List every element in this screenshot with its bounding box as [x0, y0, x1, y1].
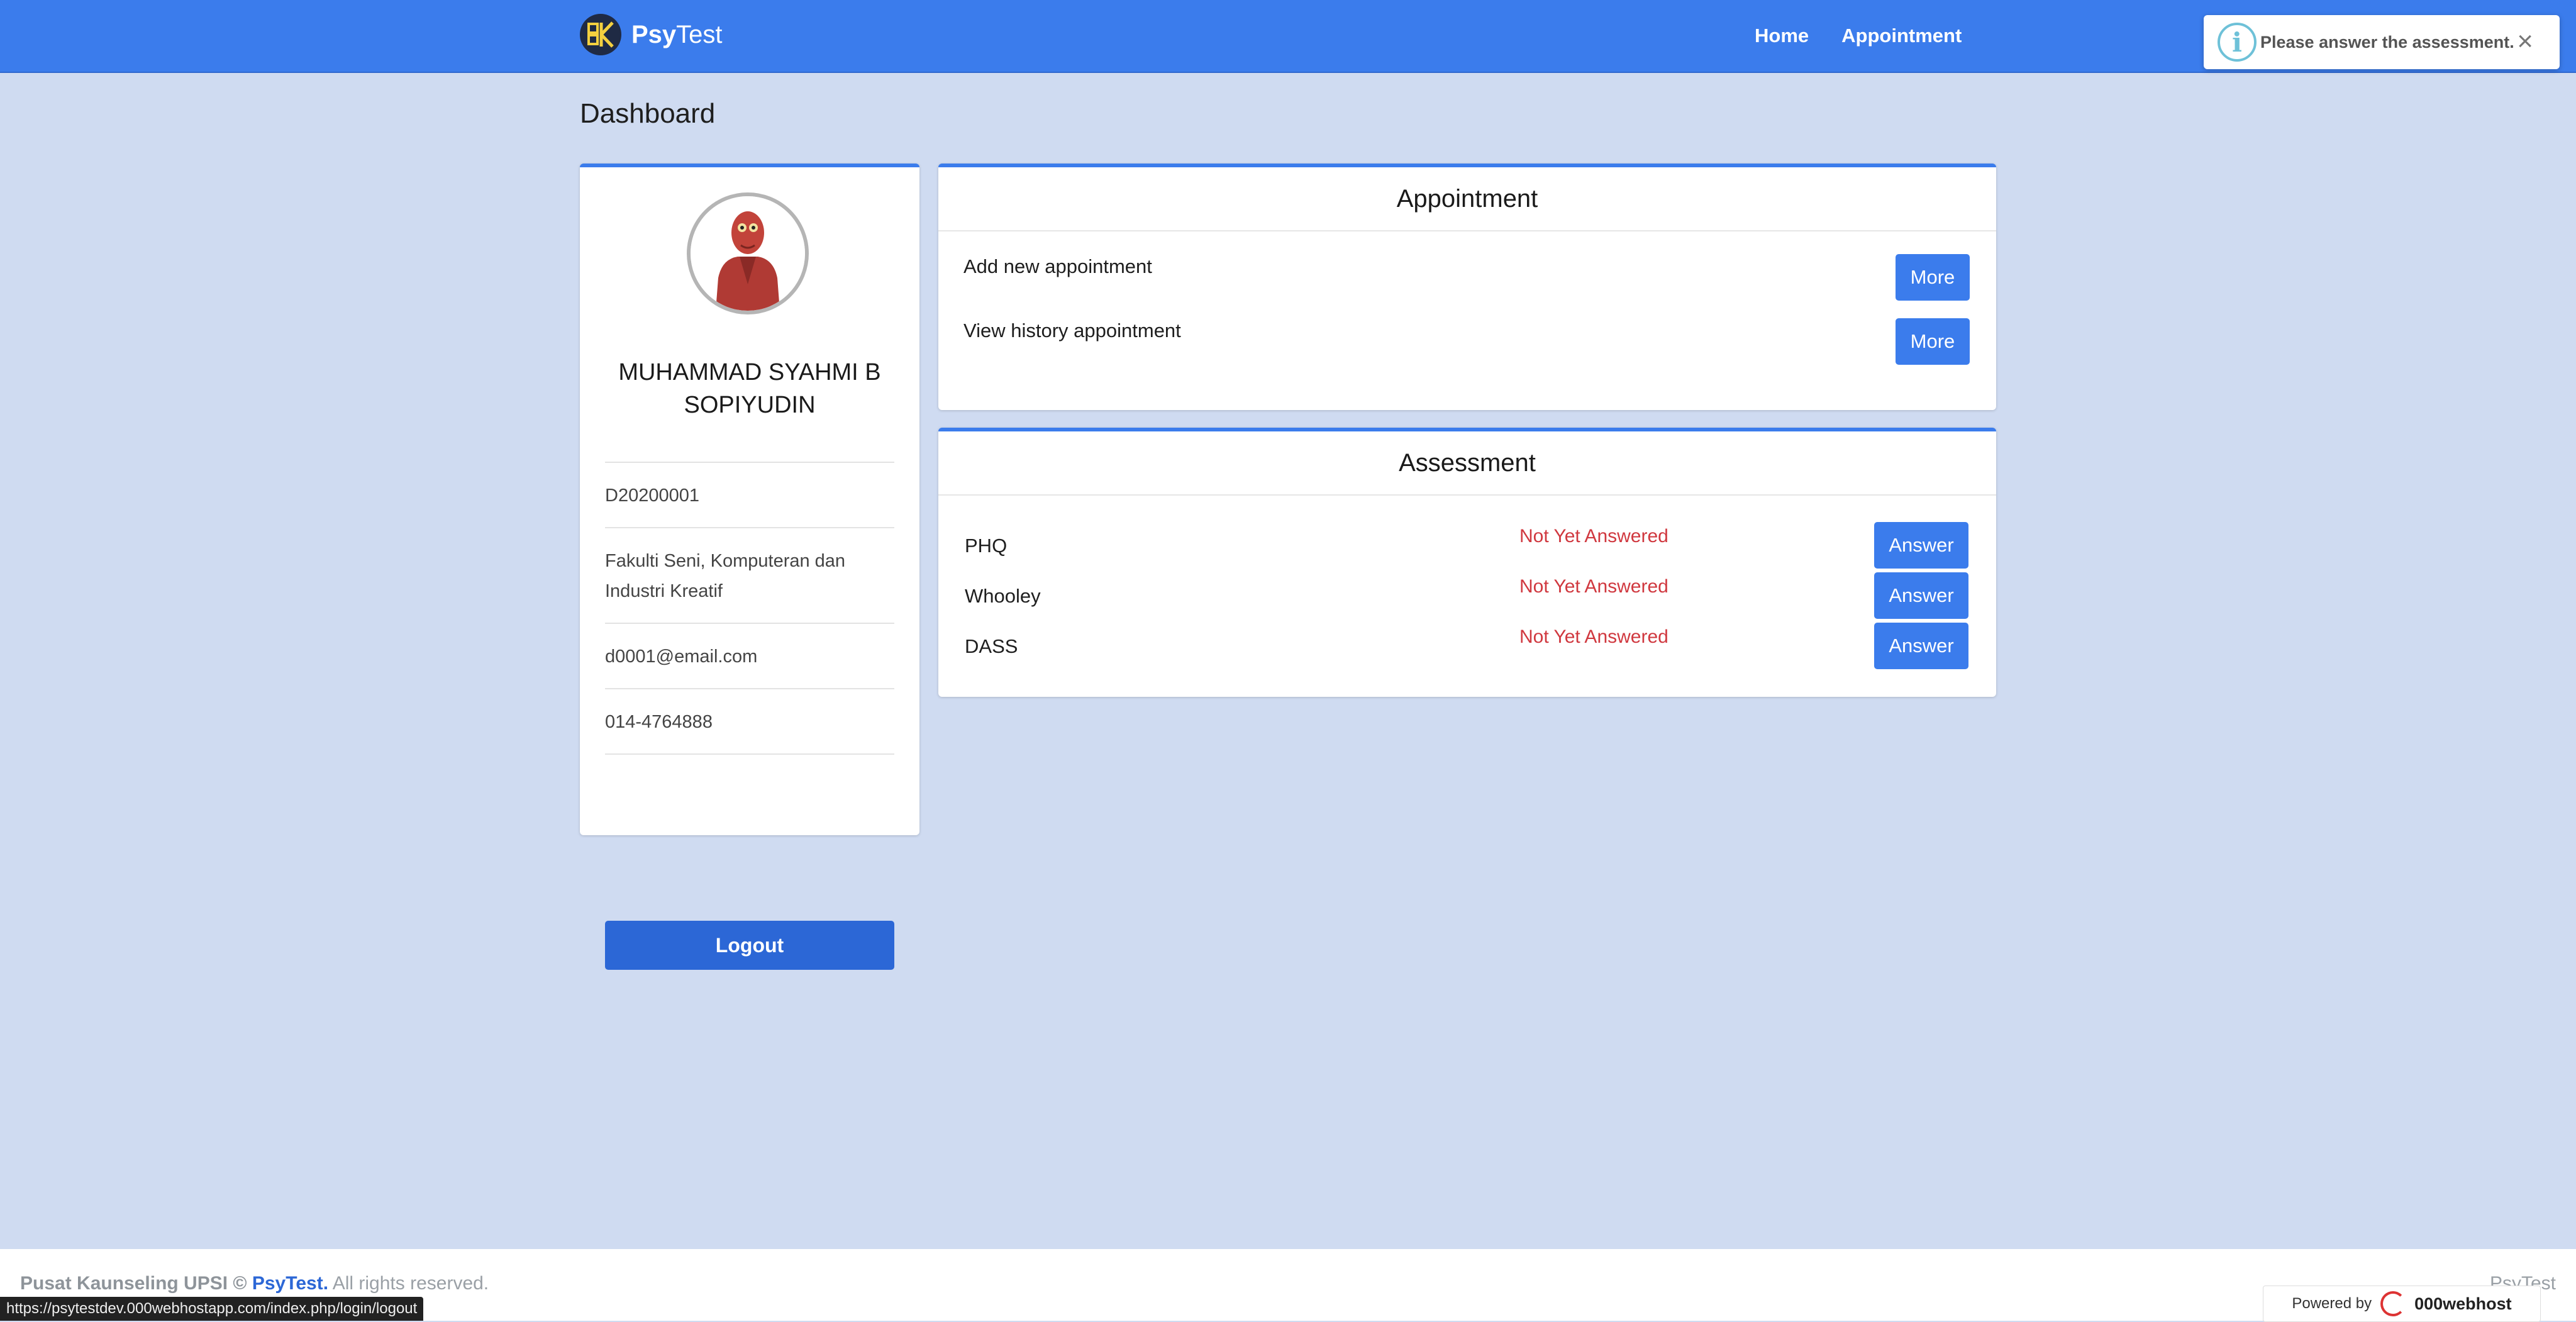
powered-by-label: Powered by [2292, 1295, 2372, 1312]
view-history-appointment-label: View history appointment [963, 319, 1181, 342]
page-title: Dashboard [580, 98, 716, 129]
footer-org: Pusat Kaunseling UPSI © [20, 1273, 247, 1294]
assessment-phq-answer-button[interactable]: Answer [1874, 522, 1968, 569]
navbar: PsyTest Home Appointment [0, 0, 2576, 73]
add-appointment-more-button[interactable]: More [1896, 254, 1970, 301]
close-icon[interactable]: × [2517, 28, 2533, 55]
browser-status-url: https://psytestdev.000webhostapp.com/ind… [0, 1297, 424, 1321]
assessment-dass-answer-button[interactable]: Answer [1874, 623, 1968, 669]
nav-links: Home Appointment [1755, 0, 1962, 72]
student-id: D20200001 [605, 462, 894, 527]
assessment-card: Assessment PHQ Not Yet Answered Answer W… [938, 428, 1996, 697]
appointment-card-title: Appointment [938, 167, 1996, 231]
assessment-whooley-name: Whooley [965, 585, 1041, 607]
assessment-card-title: Assessment [938, 431, 1996, 496]
view-history-more-button[interactable]: More [1896, 318, 1970, 365]
footer-copyright: Pusat Kaunseling UPSI © PsyTest. All rig… [20, 1273, 489, 1294]
brand[interactable]: PsyTest [580, 13, 723, 57]
profile-name: MUHAMMAD SYAHMI B SOPIYUDIN [618, 359, 881, 418]
psytest-logo-icon [580, 14, 621, 55]
000webhost-logo-icon [2380, 1291, 2406, 1316]
avatar [687, 192, 809, 314]
profile-card: MUHAMMAD SYAHMI B SOPIYUDIN D20200001 Fa… [580, 164, 919, 970]
logout-button[interactable]: Logout [605, 921, 894, 970]
nav-appointment-link[interactable]: Appointment [1841, 25, 1962, 47]
assessment-phq-name: PHQ [965, 535, 1008, 557]
footer-brand-link[interactable]: PsyTest. [252, 1273, 328, 1294]
brand-name: PsyTest [631, 20, 723, 48]
add-appointment-label: Add new appointment [963, 255, 1152, 277]
toast-message: Please answer the assessment. [2260, 32, 2514, 52]
assessment-phq-status: Not Yet Answered [1519, 526, 1668, 547]
nav-home-link[interactable]: Home [1755, 25, 1809, 47]
assessment-dass-status: Not Yet Answered [1519, 626, 1668, 647]
notification-toast: i Please answer the assessment. × [2204, 15, 2560, 69]
assessment-whooley-answer-button[interactable]: Answer [1874, 572, 1968, 619]
appointment-card: Appointment Add new appointment More Vie… [938, 164, 1996, 410]
assessment-whooley-status: Not Yet Answered [1519, 576, 1668, 597]
footer-rights: All rights reserved. [332, 1273, 489, 1294]
info-icon: i [2218, 23, 2257, 62]
phone: 014-4764888 [605, 688, 894, 755]
faculty: Fakulti Seni, Komputeran dan Industri Kr… [605, 527, 894, 623]
email: d0001@email.com [605, 623, 894, 688]
profile-details: D20200001 Fakulti Seni, Komputeran dan I… [605, 462, 894, 755]
powered-by-badge[interactable]: Powered by 000webhost [2263, 1286, 2541, 1322]
powered-by-brand: 000webhost [2414, 1294, 2512, 1313]
assessment-dass-name: DASS [965, 635, 1018, 657]
